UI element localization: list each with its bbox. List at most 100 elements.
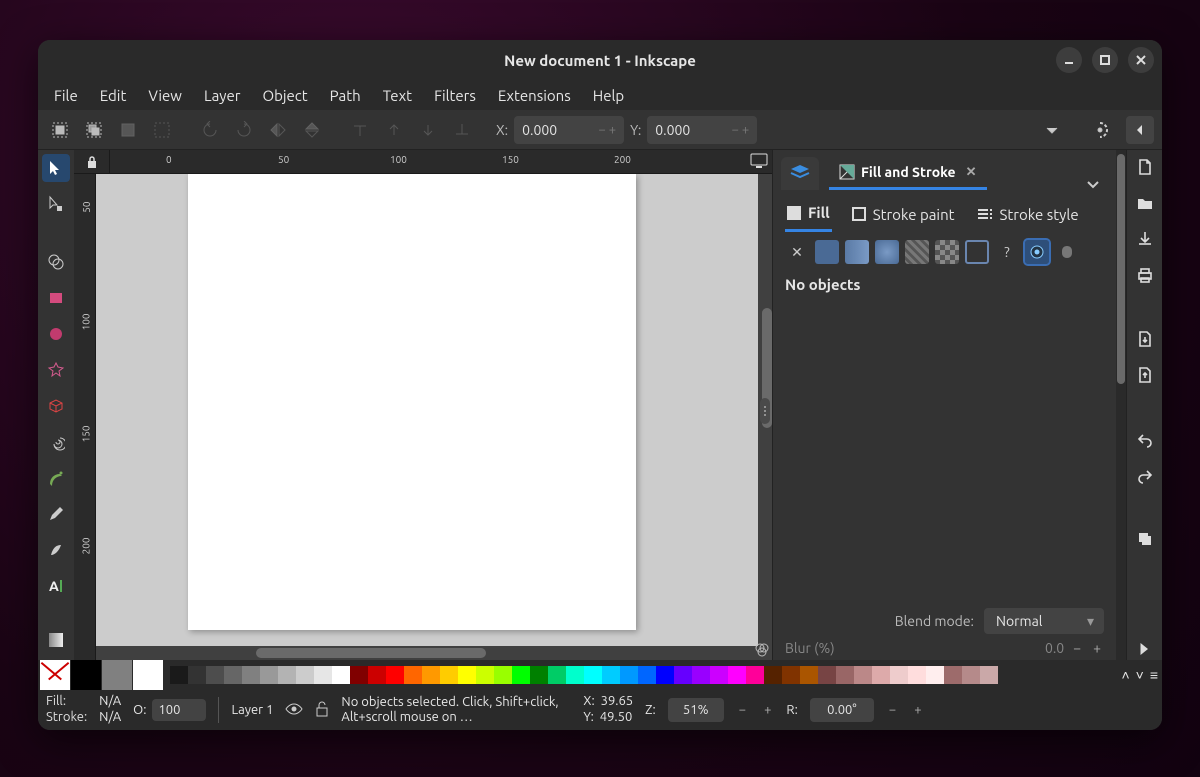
open-document-icon[interactable] [1134,192,1156,214]
paint-unset-icon[interactable] [1025,240,1049,264]
palette-swatch[interactable] [926,666,944,684]
palette-swatch[interactable] [782,666,800,684]
calligraphy-tool[interactable] [42,536,70,564]
palette-swatch[interactable] [494,666,512,684]
paint-pattern-icon[interactable] [905,240,929,264]
menu-layer[interactable]: Layer [194,83,251,108]
palette-menu-icon[interactable]: ≡ [1150,667,1156,683]
palette-swatch[interactable] [422,666,440,684]
palette-swatch[interactable] [350,666,368,684]
palette-swatch[interactable] [962,666,980,684]
lower-icon[interactable] [414,116,442,144]
rotation-input[interactable]: 0.00° [810,698,874,722]
ruler-horizontal[interactable]: 0 50 100 150 200 [110,150,772,174]
stroke-style-subtab[interactable]: Stroke style [975,198,1081,232]
palette-swatch[interactable] [656,666,674,684]
lower-bottom-icon[interactable] [448,116,476,144]
palette-swatch[interactable] [944,666,962,684]
paint-swatch-icon[interactable] [965,240,989,264]
palette-swatch[interactable] [512,666,530,684]
paint-mesh-icon[interactable] [935,240,959,264]
menu-text[interactable]: Text [373,83,422,108]
menu-extensions[interactable]: Extensions [488,83,581,108]
palette-next-icon[interactable]: ˅ [1136,667,1144,683]
more-commands-icon[interactable] [1134,638,1156,660]
menu-filters[interactable]: Filters [424,83,486,108]
palette-swatch[interactable] [260,666,278,684]
canvas-viewport[interactable] [96,174,772,660]
3dbox-tool[interactable] [42,392,70,420]
close-button[interactable] [1128,47,1154,73]
dock-scrollbar[interactable] [1116,150,1126,660]
palette-swatch[interactable] [386,666,404,684]
ruler-vertical[interactable]: 50 100 150 200 [74,174,96,660]
flip-vertical-icon[interactable] [298,116,326,144]
dock-handle-icon[interactable] [760,398,770,424]
palette-swatch[interactable] [638,666,656,684]
paint-flat-icon[interactable] [815,240,839,264]
menu-file[interactable]: File [44,83,88,108]
redo-icon[interactable] [1134,464,1156,486]
palette-none-swatch[interactable] [40,660,70,690]
rotation-dec-button[interactable]: − [886,703,899,717]
palette-swatch[interactable] [908,666,926,684]
palette-swatch[interactable] [530,666,548,684]
dock-menu-icon[interactable] [1078,180,1108,190]
layer-indicator[interactable]: Layer 1 [231,703,273,717]
palette-swatch[interactable] [476,666,494,684]
deselect-icon[interactable] [114,116,142,144]
text-tool[interactable]: A [42,572,70,600]
menu-edit[interactable]: Edit [90,83,137,108]
layers-tab[interactable] [781,157,819,190]
palette-swatch[interactable] [170,666,188,684]
palette-swatch[interactable] [818,666,836,684]
palette-swatch[interactable] [854,666,872,684]
palette-swatch[interactable] [242,666,260,684]
paint-linear-gradient-icon[interactable] [845,240,869,264]
save-document-icon[interactable] [1134,228,1156,250]
pen-tool[interactable] [42,464,70,492]
blur-increase-button[interactable]: + [1090,640,1104,656]
export-icon[interactable] [1134,364,1156,386]
palette-swatch[interactable] [440,666,458,684]
palette-white-swatch[interactable] [133,660,163,690]
circle-tool[interactable] [42,320,70,348]
palette-swatch[interactable] [980,666,998,684]
fill-stroke-tab[interactable]: Fill and Stroke ✕ [829,157,987,190]
palette-swatch[interactable] [836,666,854,684]
palette-swatch[interactable] [620,666,638,684]
star-tool[interactable] [42,356,70,384]
palette-swatch[interactable] [224,666,242,684]
palette-swatch[interactable] [458,666,476,684]
menu-view[interactable]: View [138,83,192,108]
layer-visibility-icon[interactable] [285,702,303,719]
minimize-button[interactable] [1056,47,1082,73]
fill-subtab[interactable]: Fill [785,198,832,232]
shape-builder-tool[interactable] [42,248,70,276]
select-all-icon[interactable] [46,116,74,144]
new-document-icon[interactable] [1134,156,1156,178]
toggle-selection-icon[interactable] [148,116,176,144]
palette-gray-swatch[interactable] [102,660,132,690]
palette-swatch[interactable] [314,666,332,684]
palette-swatch[interactable] [296,666,314,684]
palette-swatch[interactable] [674,666,692,684]
palette-swatch[interactable] [566,666,584,684]
select-all-layers-icon[interactable] [80,116,108,144]
opacity-input[interactable]: 100 [152,699,206,721]
copy-icon[interactable] [1134,528,1156,550]
selector-tool[interactable] [42,154,70,182]
toolbar-collapse-button[interactable] [1126,116,1154,144]
transform-affect-icon[interactable] [1086,116,1114,144]
raise-icon[interactable] [380,116,408,144]
paint-unknown-icon[interactable]: ? [995,240,1019,264]
spiral-tool[interactable] [42,428,70,456]
ruler-lock-icon[interactable] [74,150,110,174]
flip-horizontal-icon[interactable] [264,116,292,144]
blend-mode-select[interactable]: Normal [984,608,1104,634]
print-document-icon[interactable] [1134,264,1156,286]
palette-swatch[interactable] [692,666,710,684]
palette-prev-icon[interactable]: ˄ [1121,667,1129,683]
import-icon[interactable] [1134,328,1156,350]
palette-swatch[interactable] [746,666,764,684]
